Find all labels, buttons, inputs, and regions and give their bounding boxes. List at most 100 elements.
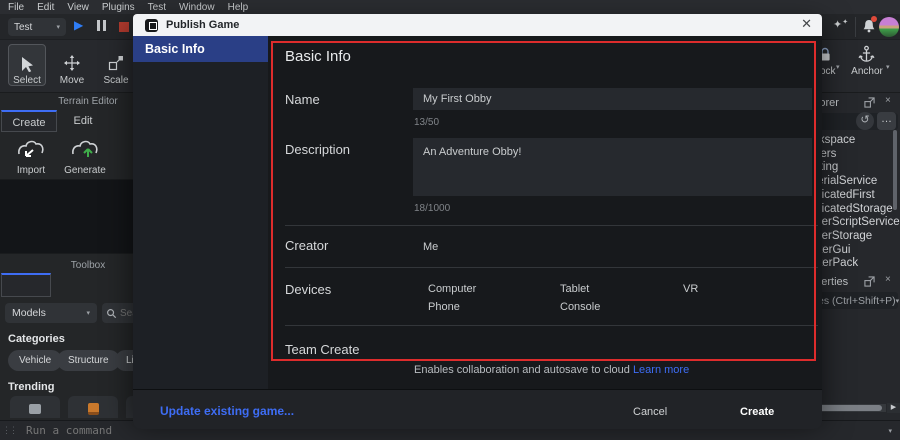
terrain-import-button[interactable] — [14, 137, 48, 161]
category-pill-structure[interactable]: Structure — [57, 350, 120, 371]
menu-bar: File Edit View Plugins Test Window Help — [0, 0, 900, 14]
roblox-logo-icon — [145, 19, 158, 32]
device-option-console[interactable]: Console — [560, 301, 600, 313]
search-icon — [106, 308, 117, 319]
select-tool-label: Select — [5, 75, 49, 86]
section-divider — [285, 325, 818, 326]
sidebar-item-basic-info[interactable]: Basic Info — [133, 36, 268, 62]
create-button[interactable]: Create — [740, 406, 774, 418]
toolbox-tab[interactable] — [1, 273, 51, 297]
terrain-generate-icon — [68, 137, 102, 161]
terrain-tab-create[interactable]: Create — [1, 110, 57, 132]
menu-plugins[interactable]: Plugins — [102, 2, 135, 13]
category-pill-light[interactable]: Light — [115, 350, 133, 371]
update-existing-game-link[interactable]: Update existing game... — [160, 404, 294, 418]
device-option-vr[interactable]: VR — [683, 283, 698, 295]
stop-icon[interactable] — [119, 22, 129, 32]
lock-dropdown-caret[interactable]: ▾ — [836, 63, 840, 71]
terrain-tab-edit[interactable]: Edit — [57, 110, 109, 132]
close-icon[interactable]: × — [885, 274, 891, 285]
trending-card[interactable] — [126, 396, 133, 418]
dialog-title: Publish Game — [166, 19, 239, 31]
description-char-counter: 18/1000 — [414, 203, 450, 214]
terrain-import-label: Import — [9, 165, 53, 176]
explorer-scrollbar[interactable] — [893, 130, 897, 210]
device-option-phone[interactable]: Phone — [428, 301, 460, 313]
scroll-right-arrow[interactable]: ▶ — [887, 403, 900, 413]
move-icon — [64, 55, 80, 71]
terrain-generate-button[interactable] — [68, 137, 102, 161]
toolbox-panel: Toolbox Models ▾ Categories Vehicle Stru… — [0, 253, 133, 420]
anchor-dropdown-caret[interactable]: ▾ — [886, 63, 890, 71]
asset-type-label: Models — [12, 307, 46, 319]
team-create-description: Enables collaboration and autosave to cl… — [414, 364, 689, 376]
creator-label: Creator — [285, 238, 328, 253]
chevron-down-icon: ▾ — [56, 23, 60, 31]
trending-card[interactable] — [68, 396, 118, 418]
toolbox-search-field[interactable] — [102, 303, 133, 323]
name-char-counter: 13/50 — [414, 117, 439, 128]
menu-test[interactable]: Test — [148, 2, 166, 13]
description-label: Description — [285, 142, 350, 157]
menu-view[interactable]: View — [67, 2, 89, 13]
scale-icon — [108, 55, 124, 71]
menu-edit[interactable]: Edit — [37, 2, 54, 13]
drag-handle-icon[interactable]: ⋮⋮ — [2, 425, 16, 436]
chevron-down-icon[interactable]: ▾ — [888, 427, 892, 435]
device-option-computer[interactable]: Computer — [428, 283, 476, 295]
toolbox-title: Toolbox — [0, 260, 133, 271]
dialog-titlebar[interactable]: Publish Game ✕ — [133, 14, 822, 36]
chevron-down-icon: ▾ — [896, 297, 900, 305]
chevron-down-icon: ▾ — [86, 309, 90, 317]
cancel-button[interactable]: Cancel — [633, 406, 667, 418]
anchor-icon — [858, 45, 875, 63]
toolbox-search-input[interactable] — [120, 308, 133, 319]
move-tool-label: Move — [50, 75, 94, 86]
dialog-sidebar — [133, 36, 268, 389]
basic-info-heading: Basic Info — [285, 48, 351, 65]
more-options-icon[interactable]: … — [877, 112, 896, 130]
viewport[interactable] — [0, 179, 133, 253]
trending-card[interactable] — [10, 396, 60, 418]
dialog-content: Basic Info Name 13/50 Description An Adv… — [268, 36, 822, 389]
play-icon[interactable]: ▶ — [74, 18, 83, 32]
name-input[interactable] — [413, 88, 812, 110]
categories-heading: Categories — [8, 333, 65, 345]
playtest-mode-label: Test — [14, 22, 32, 33]
asset-thumbnail — [29, 404, 41, 414]
terrain-import-icon — [14, 137, 48, 161]
terrain-generate-label: Generate — [63, 165, 107, 176]
undock-icon[interactable] — [864, 97, 875, 108]
publish-game-dialog: Publish Game ✕ Basic Info Basic Info Nam… — [133, 14, 822, 415]
asset-thumbnail — [88, 403, 99, 415]
dialog-footer: Update existing game... Cancel Create — [133, 389, 822, 429]
description-input[interactable]: An Adventure Obby! — [413, 138, 812, 196]
anchor-tool-label: Anchor — [846, 66, 888, 77]
device-option-tablet[interactable]: Tablet — [560, 283, 589, 295]
learn-more-link[interactable]: Learn more — [633, 364, 689, 376]
dialog-close-icon[interactable]: ✕ — [801, 16, 812, 32]
select-cursor-icon — [19, 56, 35, 72]
toolbox-asset-type-dropdown[interactable]: Models ▾ — [5, 303, 97, 323]
team-create-description-text: Enables collaboration and autosave to cl… — [414, 364, 630, 376]
menu-file[interactable]: File — [8, 2, 24, 13]
creator-value[interactable]: Me — [423, 241, 438, 253]
menu-window[interactable]: Window — [179, 2, 215, 13]
close-icon[interactable]: × — [885, 95, 891, 106]
devices-label: Devices — [285, 282, 331, 297]
roblox-studio-window: File Edit View Plugins Test Window Help … — [0, 0, 900, 440]
history-icon[interactable]: ↺ — [856, 112, 874, 130]
section-divider — [285, 267, 818, 268]
menu-help[interactable]: Help — [228, 2, 249, 13]
section-divider — [285, 225, 818, 226]
trending-heading: Trending — [8, 381, 54, 393]
left-dock: Terrain Editor Create Edit Import Genera… — [0, 92, 133, 420]
playtest-mode-dropdown[interactable]: Test ▾ — [8, 18, 66, 36]
scale-tool-label: Scale — [94, 75, 138, 86]
name-label: Name — [285, 92, 320, 107]
pause-icon[interactable] — [97, 20, 109, 32]
category-pill-vehicle[interactable]: Vehicle — [8, 350, 62, 371]
anchor-tool-button[interactable] — [858, 45, 875, 63]
undock-icon[interactable] — [864, 276, 875, 287]
team-create-label: Team Create — [285, 342, 359, 357]
